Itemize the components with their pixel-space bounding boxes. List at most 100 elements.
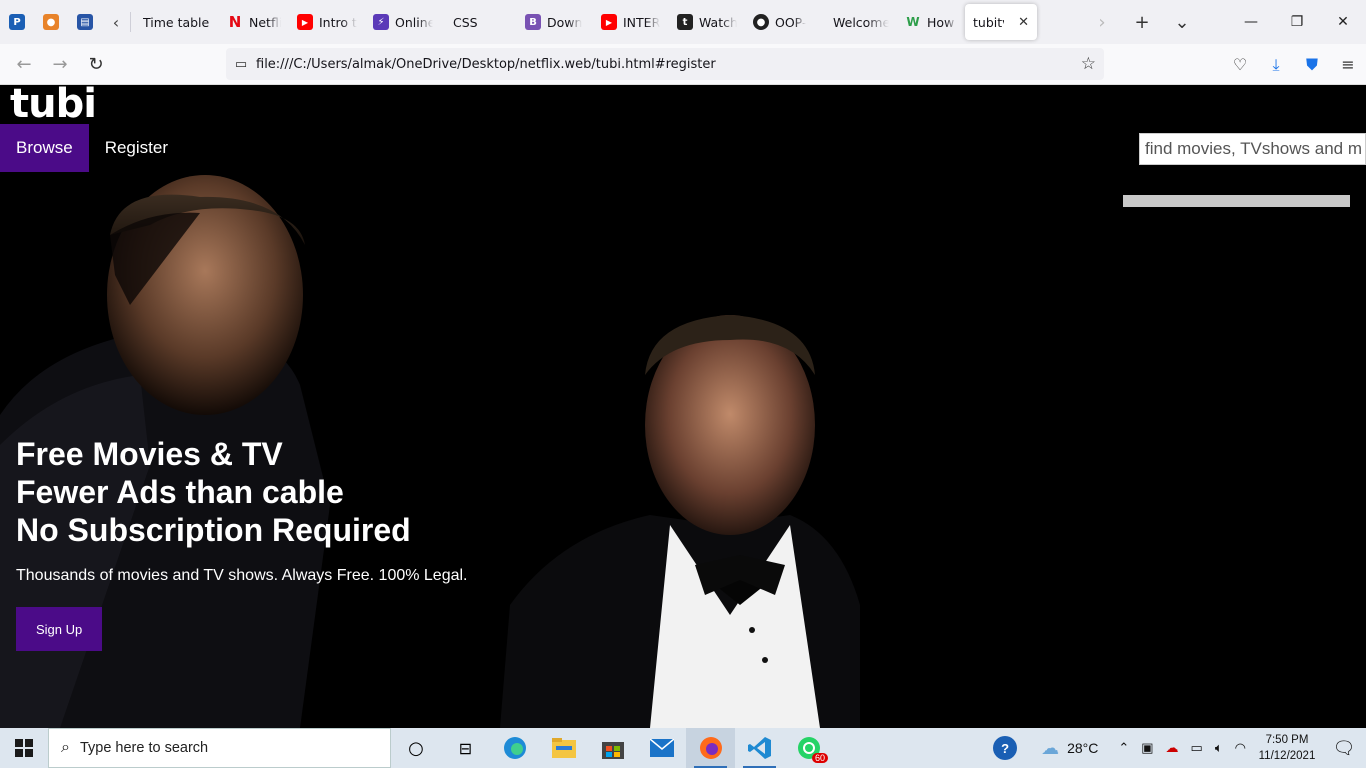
tab-download[interactable]: B Down — [517, 4, 593, 40]
site-nav: Browse Register — [0, 124, 184, 172]
clock-date: 11/12/2021 — [1258, 750, 1316, 762]
whatsapp-icon[interactable]: 60 — [784, 728, 833, 768]
vpn-shield-icon[interactable]: ⛊ — [1294, 47, 1330, 83]
file-explorer-icon[interactable] — [539, 728, 588, 768]
windows-logo-icon — [15, 739, 33, 757]
tab-label: Time table — [143, 14, 210, 30]
nav-register[interactable]: Register — [89, 124, 184, 172]
search-dropdown-bar — [1123, 195, 1350, 207]
bookmark-star-icon[interactable]: ☆ — [1081, 54, 1096, 74]
list-all-tabs-icon[interactable]: ⌄ — [1162, 0, 1202, 44]
firefox-icon[interactable] — [686, 728, 735, 768]
tubi-logo[interactable]: tubi — [10, 85, 97, 124]
tab-label: CSS — [453, 14, 478, 30]
volume-icon[interactable]: 🔈︎ — [1215, 740, 1223, 756]
tab-label: How T — [927, 14, 957, 30]
tab-tubitv[interactable]: tubitv ✕ — [965, 4, 1037, 40]
tab-how-to[interactable]: W How T — [897, 4, 965, 40]
start-button[interactable] — [0, 728, 48, 768]
mail-icon[interactable] — [637, 728, 686, 768]
search-input[interactable] — [1139, 133, 1366, 165]
tab-oop[interactable]: ● OOP- — [745, 4, 821, 40]
onedrive-icon[interactable]: ☁ — [1166, 740, 1179, 756]
tab-label: Online — [395, 14, 433, 30]
tab-strip: Time table N Netfli ▶ Intro t ⚡ Online CSS … — [131, 0, 1037, 44]
tab-label: Watch — [699, 14, 737, 30]
forward-icon[interactable]: → — [42, 46, 78, 82]
window-controls: — ❐ ✕ — [1228, 0, 1366, 44]
hero-subtitle: Thousands of movies and TV shows. Always… — [16, 567, 468, 584]
meet-now-icon[interactable]: ▣ — [1141, 740, 1153, 756]
browser-tab-bar: P ● ▤ ‹ Time table N Netfli ▶ Intro t ⚡ Onl… — [0, 0, 1366, 44]
clock[interactable]: 7:50 PM 11/12/2021 — [1252, 732, 1322, 764]
hero-line-3: No Subscription Required — [16, 512, 411, 548]
weather-cloud-icon[interactable]: ☁ — [1041, 738, 1059, 759]
battery-icon[interactable]: ▭ — [1191, 740, 1203, 756]
pinned-tabs: P ● ▤ — [0, 0, 102, 44]
page-icon: ▭ — [234, 56, 248, 72]
toolbar-right: ♡ ⤓ ⛊ ≡ — [1222, 44, 1366, 85]
bootstrap-icon: B — [525, 14, 541, 30]
url-text[interactable]: file:///C:/Users/almak/OneDrive/Desktop/… — [256, 57, 716, 72]
new-tab-icon[interactable]: + — [1122, 0, 1162, 44]
taskbar-search[interactable]: ⌕ Type here to search — [48, 728, 391, 768]
clock-time: 7:50 PM — [1265, 734, 1309, 746]
edge-icon[interactable] — [490, 728, 539, 768]
wikihow-icon: W — [906, 15, 920, 29]
address-bar[interactable]: ▭ file:///C:/Users/almak/OneDrive/Deskto… — [226, 48, 1104, 80]
tab-tools: › + ⌄ — [1082, 0, 1202, 44]
back-icon[interactable]: ← — [6, 46, 42, 82]
scroll-tabs-right-icon[interactable]: › — [1082, 0, 1122, 44]
close-window-icon[interactable]: ✕ — [1320, 0, 1366, 44]
nav-browse[interactable]: Browse — [0, 124, 89, 172]
pinned-tab-pocket[interactable]: P — [0, 0, 34, 44]
tab-label: Intro t — [319, 14, 357, 30]
search-icon: ⌕ — [61, 739, 70, 756]
tumblr-icon: t — [677, 14, 693, 30]
sign-up-button[interactable]: Sign Up — [16, 607, 103, 651]
tab-label: tubitv — [973, 14, 1004, 30]
tab-welcome[interactable]: Welcome — [821, 4, 897, 40]
tab-time-table[interactable]: Time table — [131, 4, 219, 40]
show-hidden-icons-icon[interactable]: ⌃ — [1118, 740, 1129, 756]
reload-icon[interactable]: ↻ — [78, 46, 114, 82]
contacts-app-icon: ● — [43, 14, 59, 30]
youtube-icon: ▶ — [297, 14, 313, 30]
tab-label: OOP- — [775, 14, 807, 30]
notification-badge: 60 — [811, 753, 828, 763]
weather-temp[interactable]: 28°C — [1067, 740, 1098, 756]
hero-line-1: Free Movies & TV — [16, 436, 283, 472]
task-view-icon[interactable]: ⊟ — [441, 728, 490, 768]
tab-watch[interactable]: t Watch — [669, 4, 745, 40]
minimize-icon[interactable]: — — [1228, 0, 1274, 44]
tab-label: Netfli — [249, 14, 281, 30]
downloads-icon[interactable]: ⤓ — [1258, 47, 1294, 83]
tab-label: Welcome — [833, 14, 889, 30]
tab-online[interactable]: ⚡ Online — [365, 4, 441, 40]
pocket-app-icon: P — [9, 14, 25, 30]
scroll-tabs-left-icon[interactable]: ‹ — [102, 0, 130, 44]
system-tray: ? ☁ 28°C ⌃ ▣ ☁ ▭ 🔈︎ ◠ 7:50 PM 11/12/2021… — [987, 728, 1366, 768]
tab-css[interactable]: CSS — [441, 4, 517, 40]
tab-label: Down — [547, 14, 583, 30]
menu-icon[interactable]: ≡ — [1330, 47, 1366, 83]
tab-inter[interactable]: ▶ INTER — [593, 4, 669, 40]
pinned-tab-news[interactable]: ▤ — [68, 0, 102, 44]
hero-line-2: Fewer Ads than cable — [16, 474, 344, 510]
pocket-icon[interactable]: ♡ — [1222, 47, 1258, 83]
tab-netflix[interactable]: N Netfli — [219, 4, 289, 40]
pinned-tab-contacts[interactable]: ● — [34, 0, 68, 44]
vscode-icon[interactable] — [735, 728, 784, 768]
netflix-icon: N — [228, 13, 242, 31]
tab-intro[interactable]: ▶ Intro t — [289, 4, 365, 40]
store-icon[interactable] — [588, 728, 637, 768]
help-icon[interactable]: ? — [993, 736, 1018, 760]
notification-center-icon[interactable]: 🗨︎ — [1322, 728, 1366, 768]
restore-icon[interactable]: ❐ — [1274, 0, 1320, 44]
close-tab-icon[interactable]: ✕ — [1018, 15, 1029, 30]
cortana-icon[interactable]: ○ — [391, 728, 441, 768]
bolt-icon: ⚡ — [373, 14, 389, 30]
windows-taskbar: ⌕ Type here to search ○ ⊟ 60 ? ☁ 28°C ⌃ … — [0, 728, 1366, 768]
browser-nav-bar: ← → ↻ ▭ file:///C:/Users/almak/OneDrive/… — [0, 44, 1366, 85]
wifi-icon[interactable]: ◠ — [1235, 740, 1246, 756]
